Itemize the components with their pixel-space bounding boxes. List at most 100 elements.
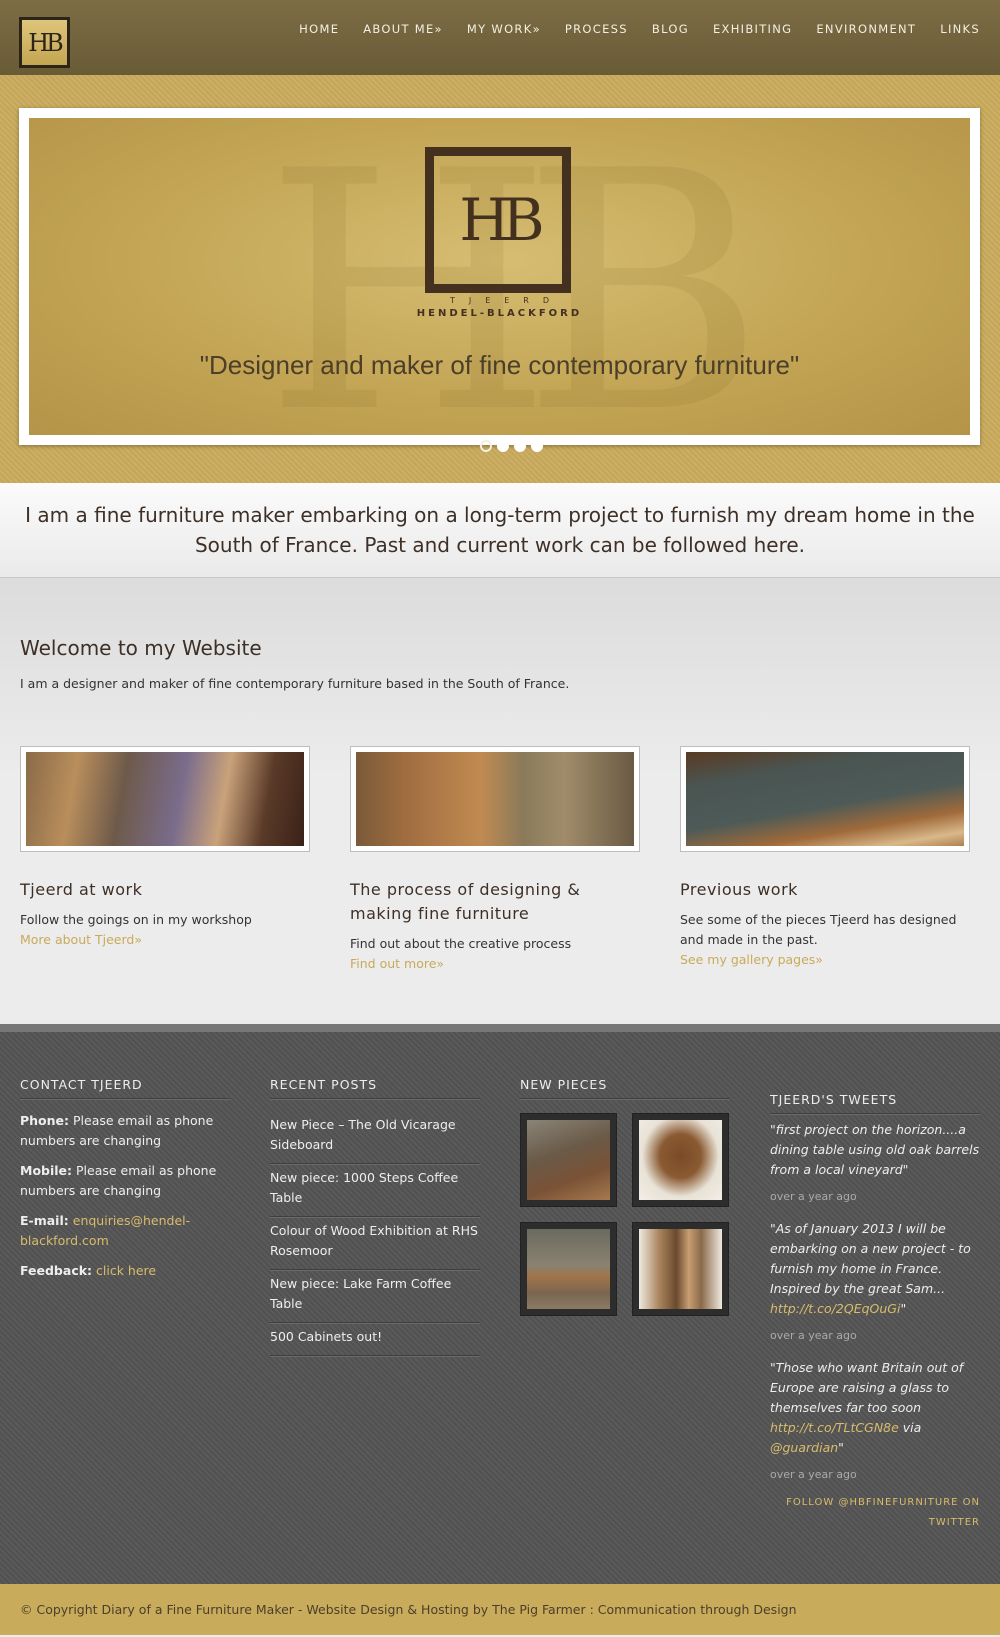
main-nav: HOME ABOUT ME» MY WORK» PROCESS BLOG EXH… bbox=[275, 22, 980, 36]
feedback-label: Feedback: bbox=[20, 1263, 93, 1278]
feature-title: Previous work bbox=[680, 880, 798, 899]
cabinet-photo bbox=[356, 752, 634, 846]
tweet-link[interactable]: http://t.co/TLtCGN8e bbox=[770, 1420, 899, 1435]
contact-mobile: Mobile: Please email as phone numbers ar… bbox=[20, 1161, 230, 1201]
widget-title: RECENT POSTS bbox=[270, 1077, 480, 1099]
tweet-body-mid: via bbox=[898, 1420, 922, 1435]
slider-dot[interactable] bbox=[480, 440, 492, 452]
feature-text: Follow the goings on in my workshop bbox=[20, 912, 252, 927]
drawer-photo bbox=[686, 752, 964, 846]
piece-thumbnail[interactable] bbox=[632, 1113, 729, 1207]
email-label: E-mail: bbox=[20, 1213, 69, 1228]
nav-process[interactable]: PROCESS bbox=[565, 22, 628, 36]
mobile-label: Mobile: bbox=[20, 1163, 73, 1178]
feature-previous-work: Previous work See some of the pieces Tje… bbox=[680, 746, 970, 970]
post-link[interactable]: New piece: 1000 Steps Coffee Table bbox=[270, 1170, 458, 1205]
tweets-widget: TJEERD'S TWEETS "first project on the ho… bbox=[770, 1092, 980, 1533]
post-item: 500 Cabinets out! bbox=[270, 1323, 480, 1356]
slide-frame: HB HB TJEERD HENDEL-BLACKFORD "Designer … bbox=[19, 108, 980, 445]
slide-logo-surname: HENDEL-BLACKFORD bbox=[416, 308, 583, 319]
site-logo[interactable]: HB bbox=[19, 17, 70, 68]
cabinet-photo bbox=[639, 1229, 722, 1309]
feature-text: See some of the pieces Tjeerd has design… bbox=[680, 912, 957, 947]
pieces-grid bbox=[520, 1113, 730, 1316]
tweet-time: over a year ago bbox=[770, 1468, 857, 1481]
coffee-table-photo bbox=[639, 1120, 722, 1200]
slider-pagination bbox=[480, 440, 543, 452]
logo-text: HB bbox=[22, 20, 67, 65]
nav-exhibiting[interactable]: EXHIBITING bbox=[713, 22, 792, 36]
feature-title: The process of designing & making fine f… bbox=[350, 880, 581, 923]
new-pieces-widget: NEW PIECES bbox=[520, 1077, 730, 1316]
post-item: Colour of Wood Exhibition at RHS Rosemoo… bbox=[270, 1217, 480, 1270]
follow-twitter-link[interactable]: FOLLOW @HBFINEFURNITURE ON TWITTER bbox=[770, 1493, 980, 1533]
feature-thumbnail[interactable] bbox=[680, 746, 970, 852]
post-link[interactable]: Colour of Wood Exhibition at RHS Rosemoo… bbox=[270, 1223, 478, 1258]
contact-feedback: Feedback: click here bbox=[20, 1261, 230, 1281]
feature-tjeerd-at-work: Tjeerd at work Follow the goings on in m… bbox=[20, 746, 310, 950]
tweet-body: "Those who want Britain out of Europe ar… bbox=[770, 1360, 964, 1415]
feature-link[interactable]: See my gallery pages» bbox=[680, 950, 970, 970]
feature-link[interactable]: More about Tjeerd» bbox=[20, 930, 310, 950]
piece-thumbnail[interactable] bbox=[520, 1222, 617, 1316]
post-link[interactable]: New piece: Lake Farm Coffee Table bbox=[270, 1276, 451, 1311]
sideboard-photo bbox=[527, 1120, 610, 1200]
feature-link[interactable]: Find out more» bbox=[350, 954, 640, 974]
feature-thumbnail[interactable] bbox=[350, 746, 640, 852]
feedback-link[interactable]: click here bbox=[96, 1263, 156, 1278]
post-item: New piece: Lake Farm Coffee Table bbox=[270, 1270, 480, 1323]
nav-links[interactable]: LINKS bbox=[940, 22, 980, 36]
slide-logo-firstname: TJEERD bbox=[449, 296, 564, 305]
nav-my-work[interactable]: MY WORK» bbox=[467, 22, 541, 36]
contact-email: E-mail: enquiries@hendel-blackford.com bbox=[20, 1211, 230, 1251]
nav-blog[interactable]: BLOG bbox=[652, 22, 689, 36]
feature-thumbnail[interactable] bbox=[20, 746, 310, 852]
tweet-text: "first project on the horizon....a dinin… bbox=[770, 1120, 980, 1180]
post-link[interactable]: 500 Cabinets out! bbox=[270, 1329, 382, 1344]
tweet-body: "As of January 2013 I will be embarking … bbox=[770, 1221, 971, 1296]
table-photo bbox=[527, 1229, 610, 1309]
post-item: New piece: 1000 Steps Coffee Table bbox=[270, 1164, 480, 1217]
slide-tagline: "Designer and maker of fine contemporary… bbox=[199, 350, 800, 380]
site-header: HB HOME ABOUT ME» MY WORK» PROCESS BLOG … bbox=[0, 0, 1000, 75]
tweet-mention-link[interactable]: @guardian bbox=[770, 1440, 838, 1455]
site-footer: CONTACT TJEERD Phone: Please email as ph… bbox=[0, 1024, 1000, 1584]
tweet-time: over a year ago bbox=[770, 1329, 857, 1342]
tweet-link[interactable]: http://t.co/2QEqOuGi bbox=[770, 1301, 900, 1316]
phone-label: Phone: bbox=[20, 1113, 70, 1128]
main-content: Welcome to my Website I am a designer an… bbox=[0, 578, 1000, 1024]
recent-posts-widget: RECENT POSTS New Piece – The Old Vicarag… bbox=[270, 1077, 480, 1356]
tweet-body: "first project on the horizon....a dinin… bbox=[770, 1122, 980, 1177]
tweet-body-end: " bbox=[838, 1440, 844, 1455]
intro-banner: I am a fine furniture maker embarking on… bbox=[0, 483, 1000, 578]
widget-title: CONTACT TJEERD bbox=[20, 1077, 230, 1099]
nav-home[interactable]: HOME bbox=[299, 22, 339, 36]
welcome-title: Welcome to my Website bbox=[20, 636, 262, 660]
tweet-text: "Those who want Britain out of Europe ar… bbox=[770, 1358, 980, 1458]
copyright-bar: © Copyright Diary of a Fine Furniture Ma… bbox=[0, 1584, 1000, 1635]
copyright-text: © Copyright Diary of a Fine Furniture Ma… bbox=[20, 1602, 797, 1617]
tweet-text: "As of January 2013 I will be embarking … bbox=[770, 1219, 980, 1319]
workshop-photo bbox=[26, 752, 304, 846]
piece-thumbnail[interactable] bbox=[632, 1222, 729, 1316]
contact-phone: Phone: Please email as phone numbers are… bbox=[20, 1111, 230, 1151]
slider-dot[interactable] bbox=[514, 440, 526, 452]
tweet-body-end: " bbox=[900, 1301, 907, 1316]
welcome-text: I am a designer and maker of fine contem… bbox=[20, 676, 570, 691]
slide-logo: HB bbox=[425, 147, 571, 293]
post-item: New Piece – The Old Vicarage Sideboard bbox=[270, 1111, 480, 1164]
feature-text: Find out about the creative process bbox=[350, 936, 572, 951]
intro-text: I am a fine furniture maker embarking on… bbox=[25, 503, 975, 557]
nav-environment[interactable]: ENVIRONMENT bbox=[816, 22, 916, 36]
piece-thumbnail[interactable] bbox=[520, 1113, 617, 1207]
post-link[interactable]: New Piece – The Old Vicarage Sideboard bbox=[270, 1117, 456, 1152]
nav-about-me[interactable]: ABOUT ME» bbox=[363, 22, 443, 36]
feature-title: Tjeerd at work bbox=[20, 880, 143, 899]
tweet-time: over a year ago bbox=[770, 1190, 857, 1203]
contact-widget: CONTACT TJEERD Phone: Please email as ph… bbox=[20, 1077, 230, 1291]
slider-dot[interactable] bbox=[531, 440, 543, 452]
slider-dot[interactable] bbox=[497, 440, 509, 452]
feature-process: The process of designing & making fine f… bbox=[350, 746, 640, 974]
slide[interactable]: HB HB TJEERD HENDEL-BLACKFORD "Designer … bbox=[29, 118, 970, 435]
slider-section: HB HB TJEERD HENDEL-BLACKFORD "Designer … bbox=[0, 75, 1000, 483]
